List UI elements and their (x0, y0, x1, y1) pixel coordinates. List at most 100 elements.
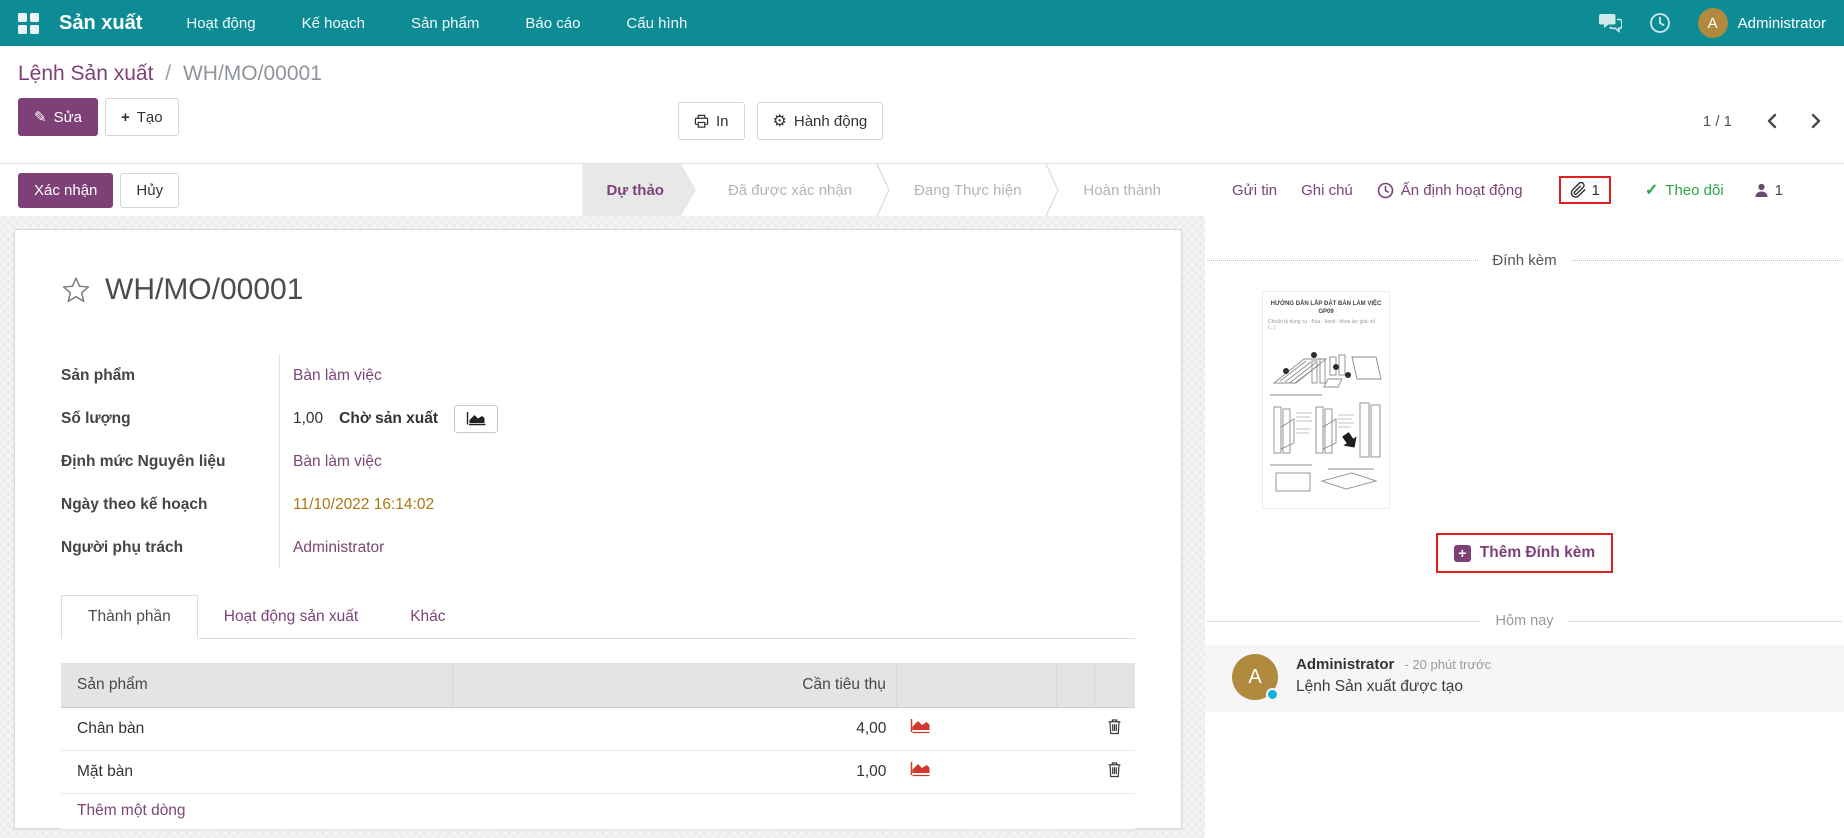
online-status-dot (1266, 688, 1279, 701)
paperclip-icon (1570, 181, 1587, 199)
cell-quantity: 1,00 (452, 750, 896, 793)
add-line-row[interactable]: Thêm một dòng (61, 793, 1135, 829)
chatter-message: A Administrator - 20 phút trước Lệnh Sản… (1205, 645, 1844, 712)
column-header-can-tieu-thu: Cần tiêu thụ (452, 663, 896, 707)
attachment-doc-subtitle: Chuẩn bị dụng cụ : Búa - kavit - khóa lụ… (1268, 319, 1384, 331)
stage-bar: Dự thảo Đã được xác nhận Đang Thực hiện … (582, 164, 1185, 216)
breadcrumb: Lệnh Sản xuất / WH/MO/00001 (18, 58, 1826, 90)
stage-separator-icon (876, 164, 890, 216)
breadcrumb-parent[interactable]: Lệnh Sản xuất (18, 62, 153, 85)
stage-separator-icon (1045, 164, 1059, 216)
clock-icon (1377, 182, 1394, 199)
confirm-button[interactable]: Xác nhận (18, 173, 113, 208)
form-pane: Xác nhận Hủy Dự thảo Đã được xác nhận Đa… (0, 163, 1205, 838)
breadcrumb-current: WH/MO/00001 (183, 62, 322, 85)
menu-bao-cao[interactable]: Báo cáo (525, 15, 580, 32)
field-row: Định mức Nguyên liệu Bàn làm việc (61, 440, 711, 483)
action-button[interactable]: ⚙ Hành động (757, 102, 884, 140)
pencil-icon: ✎ (34, 108, 47, 126)
today-label: Hôm nay (1495, 613, 1553, 629)
field-label-so-luong: Số lượng (61, 410, 279, 428)
breadcrumb-separator: / (165, 62, 171, 85)
print-button[interactable]: In (678, 102, 745, 140)
forecast-chart-button[interactable] (454, 405, 498, 433)
messages-icon[interactable] (1599, 13, 1622, 33)
column-header-empty (896, 663, 1056, 707)
attachment-thumbnail[interactable]: HƯỚNG DẪN LẮP ĐẶT BÀN LÀM VIỆC GP09 Chuẩ… (1262, 291, 1390, 509)
column-header-empty (1056, 663, 1094, 707)
pager-previous-icon[interactable] (1766, 113, 1777, 129)
create-button[interactable]: + Tạo (105, 98, 179, 136)
field-row: Số lượng 1,00 Chờ sản xuất (61, 397, 711, 440)
user-name: Administrator (1738, 15, 1826, 32)
delete-row-icon[interactable] (1107, 718, 1122, 735)
field-value-dinh-muc[interactable]: Bàn làm việc (293, 453, 382, 471)
pager-next-icon[interactable] (1811, 113, 1822, 129)
message-timestamp: - 20 phút trước (1405, 657, 1492, 672)
tab-thanh-phan[interactable]: Thành phần (61, 595, 198, 639)
send-message-button[interactable]: Gửi tin (1232, 182, 1277, 199)
menu-san-pham[interactable]: Sản phẩm (411, 15, 479, 32)
table-row: Chân bàn 4,00 (61, 707, 1135, 750)
schedule-activity-button[interactable]: Ấn định hoạt động (1377, 182, 1523, 199)
table-row: Mặt bàn 1,00 (61, 750, 1135, 793)
tab-khac[interactable]: Khác (384, 595, 471, 638)
message-body: Lệnh Sản xuất được tạo (1296, 678, 1491, 696)
followers-count: 1 (1775, 182, 1783, 199)
field-label-dinh-muc: Định mức Nguyên liệu (61, 453, 279, 471)
add-line-link[interactable]: Thêm một dòng (61, 793, 1135, 829)
forecast-report-icon[interactable] (910, 718, 932, 734)
field-row: Ngày theo kế hoạch 11/10/2022 16:14:02 (61, 483, 711, 526)
field-row: Sản phẩm Bàn làm việc (61, 354, 711, 397)
app-name[interactable]: Sản xuất (59, 12, 142, 35)
printer-icon (694, 114, 709, 129)
activity-clock-icon[interactable] (1649, 12, 1671, 34)
sheet-background: WH/MO/00001 Sản phẩm Bàn làm việc Số lượ… (0, 216, 1205, 838)
menu-cau-hinh[interactable]: Cấu hình (626, 15, 687, 32)
follow-button[interactable]: ✓ Theo dõi (1645, 180, 1724, 200)
field-label-nguoi-phu-trach: Người phụ trách (61, 539, 279, 557)
tab-hoat-dong-san-xuat[interactable]: Hoạt động sản xuất (198, 595, 384, 638)
menu-hoat-dong[interactable]: Hoạt động (186, 15, 255, 32)
menu-ke-hoach[interactable]: Kế hoạch (302, 15, 365, 32)
delete-row-icon[interactable] (1107, 761, 1122, 778)
column-header-san-pham: Sản phẩm (61, 663, 452, 707)
stage-hoan-thanh[interactable]: Hoàn thành (1059, 164, 1185, 216)
cell-product: Mặt bàn (61, 750, 452, 793)
field-value-so-luong: 1,00 (293, 410, 323, 428)
stage-du-thao[interactable]: Dự thảo (582, 164, 696, 216)
cell-empty (1056, 707, 1094, 750)
column-header-empty (1094, 663, 1135, 707)
field-label-ngay-ke-hoach: Ngày theo kế hoạch (61, 496, 279, 514)
forecast-report-icon[interactable] (910, 761, 932, 777)
pager-value: 1 / 1 (1703, 113, 1732, 130)
followers-button[interactable]: 1 (1754, 182, 1783, 199)
attachments-divider: Đính kèm (1205, 252, 1844, 269)
field-value-san-pham[interactable]: Bàn làm việc (293, 367, 382, 385)
attachment-count: 1 (1592, 182, 1600, 199)
log-note-button[interactable]: Ghi chú (1301, 182, 1353, 199)
attachments-title: Đính kèm (1492, 252, 1556, 269)
attachments-button[interactable]: 1 (1570, 181, 1600, 199)
form-sheet: WH/MO/00001 Sản phẩm Bàn làm việc Số lượ… (14, 229, 1182, 829)
apps-grid-icon[interactable] (18, 13, 39, 34)
cell-empty (1056, 750, 1094, 793)
components-table: Sản phẩm Cần tiêu thụ Chân bàn 4,00 (61, 663, 1135, 830)
user-menu[interactable]: A Administrator (1698, 8, 1826, 38)
notebook-tabs: Thành phần Hoạt động sản xuất Khác (61, 595, 1135, 639)
check-icon: ✓ (1645, 180, 1658, 200)
stage-da-duoc-xac-nhan[interactable]: Đã được xác nhận (704, 164, 876, 216)
user-avatar: A (1698, 8, 1728, 38)
cancel-button[interactable]: Hủy (120, 173, 179, 208)
gear-icon: ⚙ (773, 111, 787, 131)
add-attachment-button[interactable]: + Thêm Đính kèm (1444, 539, 1605, 567)
favorite-star-icon[interactable] (61, 276, 91, 305)
field-value-nguoi-phu-trach[interactable]: Administrator (293, 539, 384, 557)
assembly-diagram (1268, 331, 1384, 499)
edit-button[interactable]: ✎ Sửa (18, 98, 98, 136)
field-label-san-pham: Sản phẩm (61, 367, 279, 385)
today-divider: Hôm nay (1205, 613, 1844, 629)
cell-product: Chân bàn (61, 707, 452, 750)
page-title: WH/MO/00001 (105, 273, 303, 307)
stage-dang-thuc-hien[interactable]: Đang Thực hiện (890, 164, 1045, 216)
